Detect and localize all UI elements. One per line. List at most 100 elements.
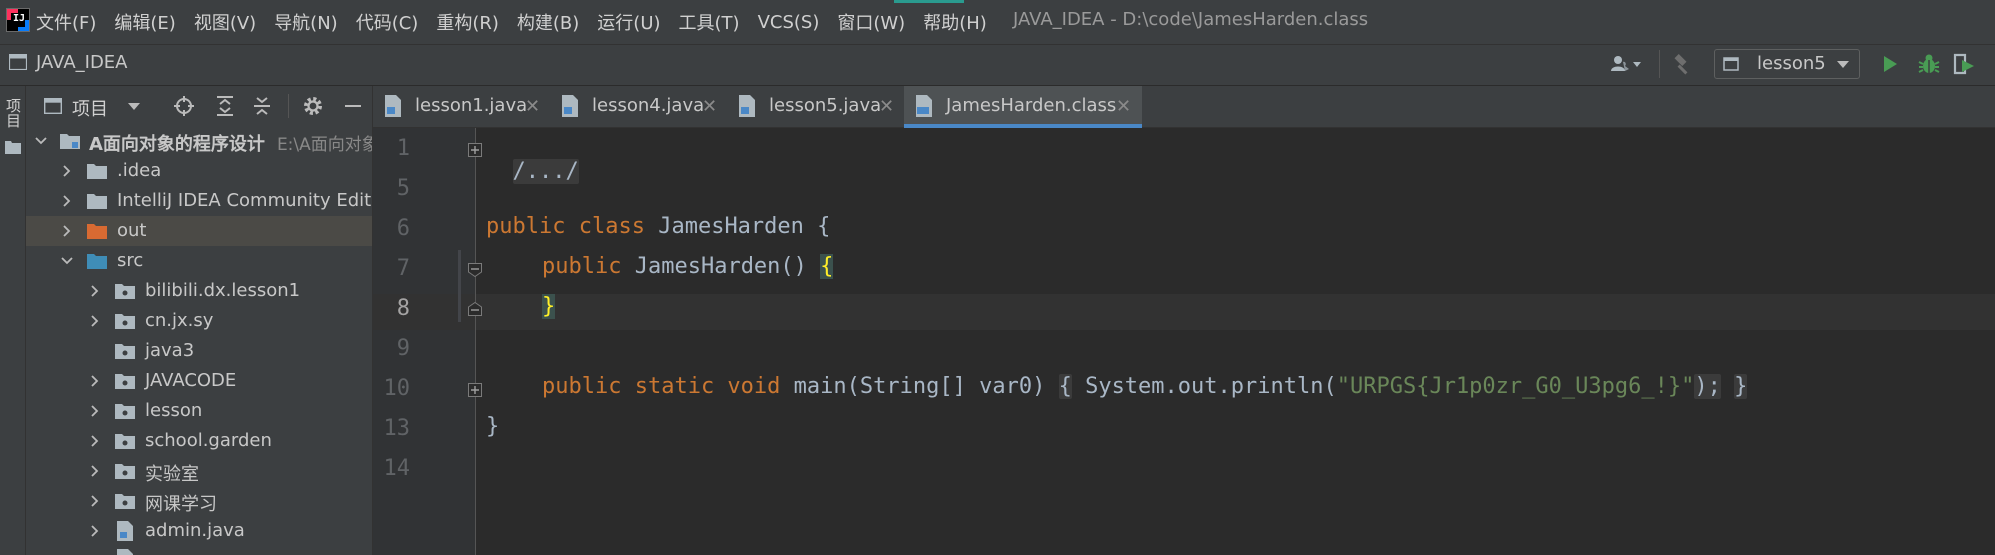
tab-lesson1[interactable]: lesson1.java ✕ xyxy=(373,86,550,128)
folded-region[interactable]: /.../ xyxy=(512,159,579,184)
debug-bug-icon[interactable] xyxy=(1917,52,1941,76)
line-number: 8 xyxy=(396,296,410,321)
folder-icon xyxy=(5,141,21,154)
user-account-icon[interactable] xyxy=(1609,54,1643,74)
chevron-down-icon xyxy=(1837,61,1849,68)
java-file-icon xyxy=(562,95,578,117)
menu-window[interactable]: 窗口(W) xyxy=(837,9,905,35)
code-editor[interactable] xyxy=(476,128,1995,555)
tree-item-package[interactable]: JAVACODE xyxy=(26,366,372,396)
chevron-right-icon[interactable] xyxy=(88,464,102,478)
breadcrumb-project[interactable]: JAVA_IDEA xyxy=(36,52,128,73)
fold-collapse-icon[interactable] xyxy=(468,263,482,277)
tab-lesson5[interactable]: lesson5.java ✕ xyxy=(727,86,904,128)
line-number: 13 xyxy=(383,416,411,441)
project-tool-window-button[interactable]: 项目 xyxy=(2,98,24,128)
folded-semicolon[interactable]: ); xyxy=(1694,374,1721,399)
chevron-right-icon[interactable] xyxy=(88,404,102,418)
menu-refactor[interactable]: 重构(R) xyxy=(436,9,499,35)
minimize-icon[interactable] xyxy=(343,95,363,117)
expand-all-icon[interactable] xyxy=(214,95,236,117)
tree-item-package[interactable]: 实验室 xyxy=(26,456,372,486)
change-marker xyxy=(458,250,461,322)
run-config-label: lesson5 xyxy=(1757,53,1826,74)
closing-brace: } xyxy=(486,414,500,439)
tab-lesson4[interactable]: lesson4.java ✕ xyxy=(550,86,727,128)
chevron-right-icon[interactable] xyxy=(60,194,74,208)
tool-window-strip xyxy=(0,86,26,555)
tree-item-idea[interactable]: .idea xyxy=(26,156,372,186)
tab-label: lesson5.java xyxy=(769,95,882,116)
navigation-bar xyxy=(0,44,1995,86)
code-line-10: public static void main(String[] var0) {… xyxy=(542,374,1748,399)
tree-label: 网课学习 xyxy=(145,494,217,515)
folded-brace[interactable]: { xyxy=(1058,374,1072,399)
build-hammer-icon[interactable] xyxy=(1672,54,1694,76)
chevron-down-icon[interactable] xyxy=(60,254,74,268)
close-icon[interactable]: ✕ xyxy=(1116,96,1131,117)
tree-item-package[interactable]: bilibili.dx.lesson1 xyxy=(26,276,372,306)
run-configuration-selector[interactable]: lesson5 xyxy=(1714,49,1860,79)
tree-label: admin.java xyxy=(145,520,245,541)
tree-item-package[interactable]: cn.jx.sy xyxy=(26,306,372,336)
tree-item-out[interactable]: out xyxy=(26,216,372,246)
project-panel-title[interactable]: 项目 xyxy=(72,95,108,121)
collapse-all-icon[interactable] xyxy=(251,95,273,117)
menu-file[interactable]: 文件(F) xyxy=(36,9,96,35)
java-file-icon xyxy=(385,95,401,117)
menu-run[interactable]: 运行(U) xyxy=(597,9,660,35)
tree-item-project-root[interactable]: A面向对象的程序设计 E:\A面向对象 xyxy=(26,126,372,156)
tree-label: school.garden xyxy=(145,430,272,451)
chevron-right-icon[interactable] xyxy=(88,524,102,538)
close-icon[interactable]: ✕ xyxy=(879,96,894,117)
tree-item-admin-java[interactable]: admin.java xyxy=(26,516,372,546)
menu-tools[interactable]: 工具(T) xyxy=(679,9,740,35)
chevron-right-icon[interactable] xyxy=(88,494,102,508)
package-icon xyxy=(115,494,135,509)
fold-collapse-icon[interactable] xyxy=(468,302,482,316)
window-title: JAVA_IDEA - D:\code\JamesHarden.class xyxy=(1013,9,1369,30)
class-declaration: JamesHarden { xyxy=(644,214,831,239)
chevron-right-icon[interactable] xyxy=(60,224,74,238)
run-icon[interactable] xyxy=(1880,54,1900,74)
folded-brace[interactable]: } xyxy=(1734,374,1748,399)
tree-item-package[interactable]: 网课学习 xyxy=(26,486,372,516)
tree-item-src[interactable]: src xyxy=(26,246,372,276)
close-icon[interactable]: ✕ xyxy=(525,96,540,117)
code-line-1: /.../ xyxy=(486,134,579,184)
tree-item-package[interactable]: lesson xyxy=(26,396,372,426)
menu-code[interactable]: 代码(C) xyxy=(356,9,419,35)
matched-brace: } xyxy=(542,294,556,319)
chevron-right-icon[interactable] xyxy=(88,374,102,388)
menu-vcs[interactable]: VCS(S) xyxy=(758,12,820,33)
menu-navigate[interactable]: 导航(N) xyxy=(274,9,338,35)
chevron-right-icon[interactable] xyxy=(88,284,102,298)
run-with-coverage-icon[interactable] xyxy=(1952,52,1978,76)
menu-edit[interactable]: 编辑(E) xyxy=(114,9,175,35)
chevron-right-icon[interactable] xyxy=(88,314,102,328)
tab-label: lesson1.java xyxy=(415,95,528,116)
fold-expand-icon[interactable] xyxy=(468,383,482,397)
fold-expand-icon[interactable] xyxy=(468,143,482,157)
chevron-right-icon[interactable] xyxy=(60,164,74,178)
menu-view[interactable]: 视图(V) xyxy=(194,9,256,35)
tree-item-intellij-community[interactable]: IntelliJ IDEA Community Edition xyxy=(26,186,372,216)
package-icon xyxy=(115,314,135,329)
tab-jamesharden-class[interactable]: JamesHarden.class ✕ xyxy=(904,86,1142,128)
project-view-icon xyxy=(44,98,62,114)
code-line-13: } xyxy=(486,414,499,439)
tree-item-package[interactable]: school.garden xyxy=(26,426,372,456)
intellij-logo-icon[interactable]: IJ xyxy=(6,8,30,32)
chevron-right-icon[interactable] xyxy=(88,434,102,448)
chevron-down-icon[interactable] xyxy=(34,134,48,148)
tree-item-package[interactable]: java3 xyxy=(26,336,372,366)
view-mode-dropdown-icon[interactable] xyxy=(128,103,140,111)
module-folder-icon xyxy=(60,134,80,149)
project-tool-window: 项目 A面向对象的程序设计 E:\A面向对象 .idea IntelliJ ID… xyxy=(26,86,373,555)
locate-file-icon[interactable] xyxy=(173,95,195,117)
close-icon[interactable]: ✕ xyxy=(702,96,717,117)
menu-help[interactable]: 帮助(H) xyxy=(923,9,987,35)
line-number: 9 xyxy=(396,336,410,361)
menu-build[interactable]: 构建(B) xyxy=(517,9,579,35)
gear-icon[interactable] xyxy=(302,95,324,117)
